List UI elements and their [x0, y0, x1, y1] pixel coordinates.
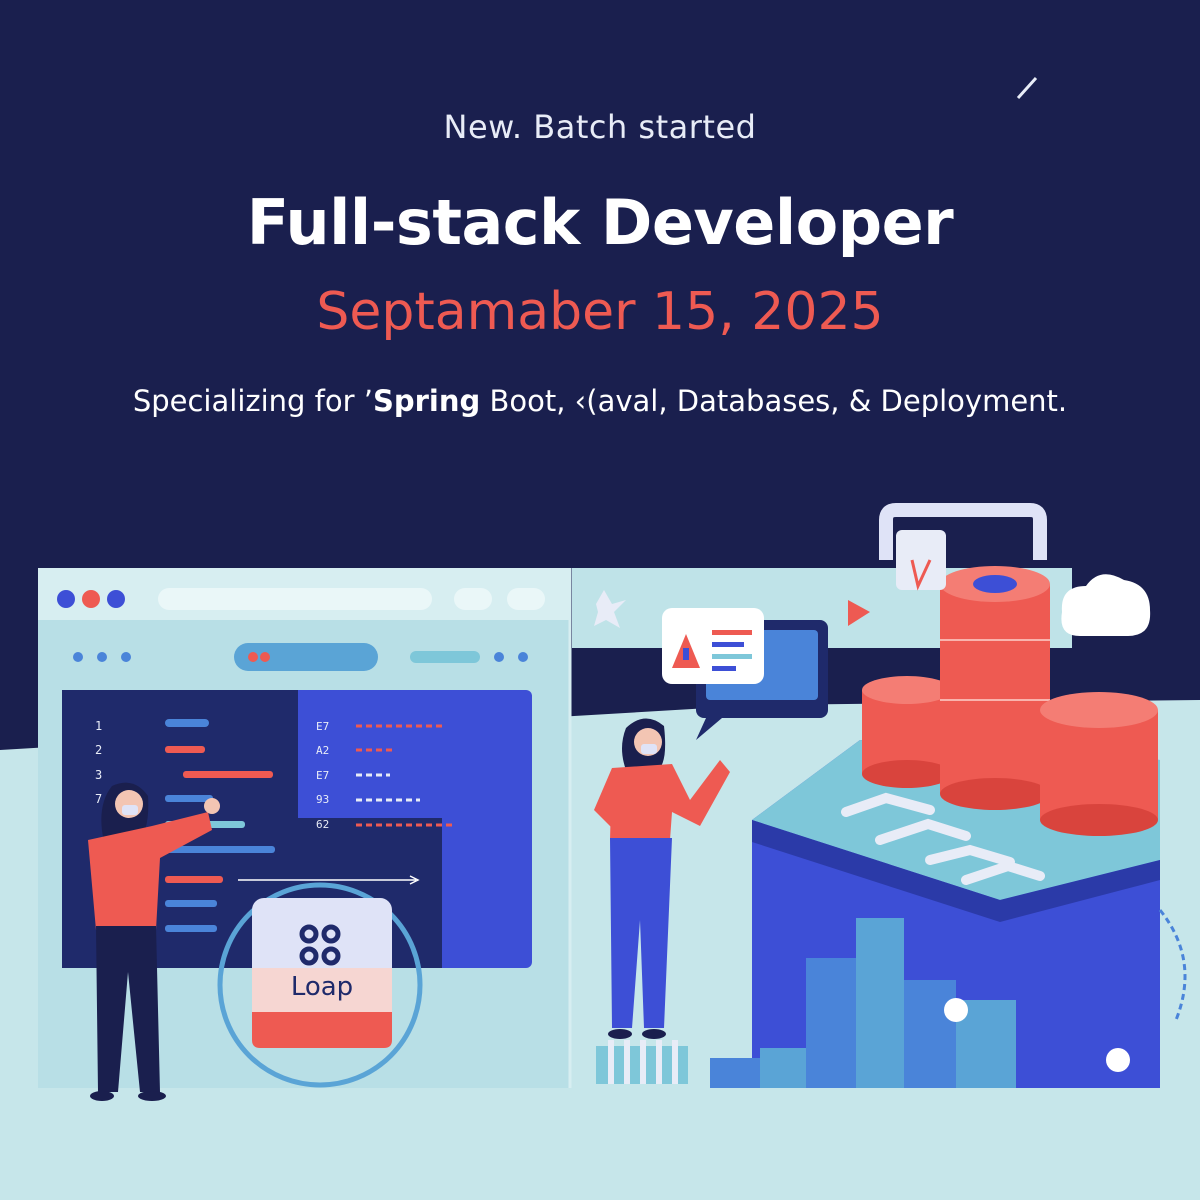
window-dot-icon [57, 590, 75, 608]
line-number: 2 [95, 743, 102, 757]
database-stack [862, 503, 1158, 836]
sparkle-line-icon [1016, 76, 1038, 100]
cloud-icon [1061, 574, 1151, 636]
line-number: 3 [95, 768, 102, 782]
line-number: A2 [316, 744, 329, 757]
line-number: E7 [316, 720, 329, 733]
line-number: 62 [316, 818, 329, 831]
line-number: 7 [95, 792, 102, 806]
window-dot-icon [82, 590, 100, 608]
line-number: E7 [316, 769, 329, 782]
window-dot-icon [107, 590, 125, 608]
loap-card-label: Loap [290, 972, 354, 1002]
line-number: 93 [316, 793, 329, 806]
address-bar [158, 588, 432, 610]
line-number: 1 [95, 719, 102, 733]
developer-illustration: 1 2 3 7 E7 A2 E7 93 62 [0, 76, 1200, 1200]
